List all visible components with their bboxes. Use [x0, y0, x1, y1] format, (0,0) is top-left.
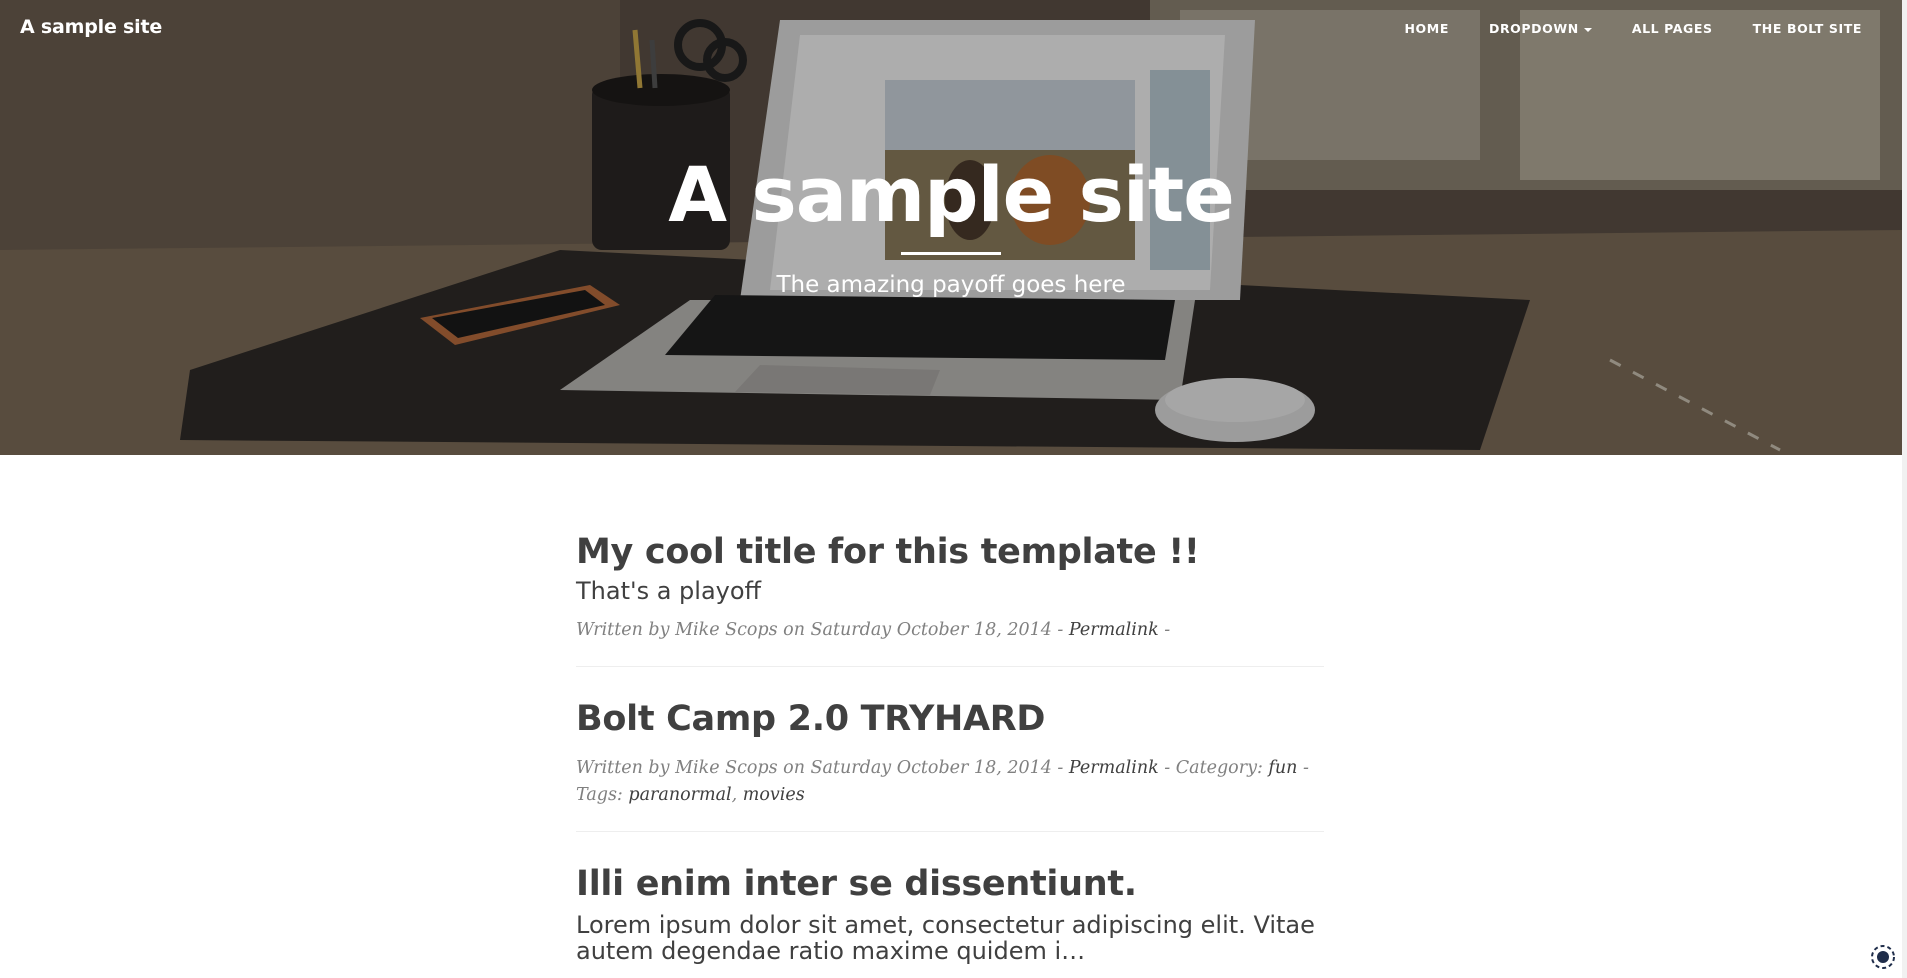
post-meta-text: Written by Mike Scops on Saturday Octobe…: [576, 758, 1069, 778]
hero-subtitle: The amazing payoff goes here: [776, 272, 1126, 298]
post-meta-text: Written by Mike Scops on Saturday Octobe…: [576, 620, 1069, 640]
tag-separator: ,: [731, 785, 743, 805]
brand-link[interactable]: A sample site: [20, 16, 162, 38]
post-list: My cool title for this template !! That'…: [576, 528, 1324, 978]
post-preview: Bolt Camp 2.0 TRYHARD Written by Mike Sc…: [576, 695, 1324, 832]
post-excerpt: Lorem ipsum dolor sit amet, consectetur …: [576, 911, 1315, 965]
post-preview: Illi enim inter se dissentiunt. Lorem ip…: [576, 860, 1324, 978]
post-preview: My cool title for this template !! That'…: [576, 528, 1324, 667]
caret-down-icon: [1583, 27, 1592, 32]
hero-divider: [901, 252, 1001, 255]
tag-link[interactable]: paranormal: [628, 785, 731, 805]
category-label: - Category:: [1158, 758, 1269, 778]
nav-item-home[interactable]: HOME: [1385, 20, 1469, 38]
nav-item-bolt-site[interactable]: THE BOLT SITE: [1733, 20, 1882, 38]
permalink-link[interactable]: Permalink: [1069, 758, 1159, 778]
tag-link[interactable]: movies: [743, 785, 805, 805]
hero-title: A sample site: [668, 150, 1235, 239]
post-subtitle: That's a playoff: [576, 577, 762, 605]
post-title-link[interactable]: Illi enim inter se dissentiunt.: [576, 860, 1324, 908]
accessibility-widget-icon[interactable]: [1869, 943, 1897, 971]
scrollbar[interactable]: [1902, 0, 1907, 978]
nav-item-all-pages[interactable]: ALL PAGES: [1612, 20, 1733, 38]
post-title-link[interactable]: Bolt Camp 2.0 TRYHARD: [576, 695, 1324, 743]
permalink-link[interactable]: Permalink: [1069, 620, 1159, 640]
post-meta-suffix: -: [1158, 620, 1171, 640]
post-meta: Written by Mike Scops on Saturday Octobe…: [576, 755, 1324, 809]
hero-header: A sample site HOME DROPDOWN ALL PAGES TH…: [0, 0, 1902, 455]
post-meta: Written by Mike Scops on Saturday Octobe…: [576, 617, 1324, 644]
nav-item-dropdown-label: DROPDOWN: [1488, 21, 1579, 36]
nav-item-dropdown[interactable]: DROPDOWN: [1469, 20, 1612, 38]
category-link[interactable]: fun: [1268, 758, 1297, 778]
main-nav: HOME DROPDOWN ALL PAGES THE BOLT SITE: [1385, 20, 1883, 38]
post-title-link[interactable]: My cool title for this template !!: [576, 528, 1324, 576]
